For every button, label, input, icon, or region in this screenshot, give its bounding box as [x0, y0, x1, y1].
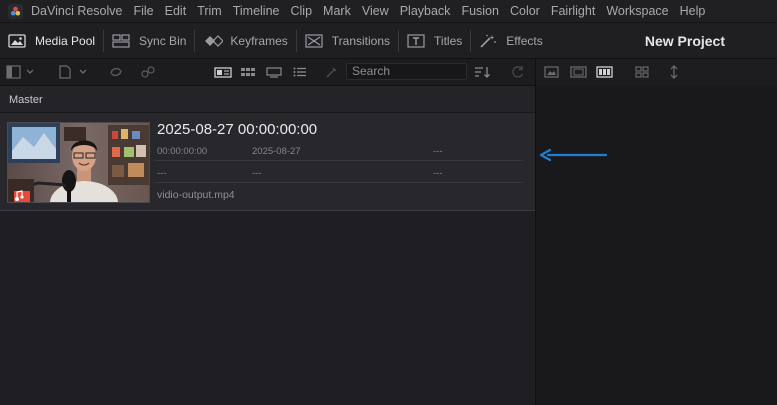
keyframes-label: Keyframes [230, 33, 288, 48]
metadata-view-icon[interactable] [214, 65, 232, 79]
search-input[interactable]: Search [346, 63, 467, 80]
thumbnail-view-icon[interactable] [240, 65, 256, 79]
titles-icon [407, 33, 425, 48]
media-pool-label: Media Pool [35, 33, 96, 48]
titles-label: Titles [434, 33, 463, 48]
viewer-pane[interactable] [535, 86, 777, 405]
image-icon[interactable] [544, 65, 560, 79]
clip-filename: vidio-output.mp4 [157, 189, 235, 201]
effects-button[interactable]: Effects [471, 23, 550, 58]
sync-bin-button[interactable]: Sync Bin [104, 23, 194, 58]
menu-mark[interactable]: Mark [323, 4, 351, 18]
meta-divider [155, 160, 523, 161]
menu-clip[interactable]: Clip [291, 4, 313, 18]
keyframes-icon [203, 34, 225, 48]
media-pool-button[interactable]: Media Pool [0, 23, 103, 58]
audio-meter-icon[interactable] [668, 65, 680, 79]
grid-icon[interactable] [634, 65, 650, 79]
arrow-left-icon [538, 148, 608, 162]
menu-trim[interactable]: Trim [197, 4, 222, 18]
eyedropper-icon[interactable] [324, 65, 340, 79]
menu-fusion[interactable]: Fusion [461, 4, 499, 18]
sync-bin-label: Sync Bin [139, 33, 187, 48]
clip-meta-placeholder: --- [252, 168, 262, 179]
list-view-icon[interactable] [292, 65, 308, 79]
transitions-label: Transitions [331, 33, 391, 48]
menu-edit[interactable]: Edit [165, 4, 187, 18]
sidebar-toggle-icon[interactable] [6, 65, 36, 79]
clip-timecode: 00:00:00:00 [157, 146, 208, 157]
transitions-icon [305, 33, 323, 48]
menu-app-name[interactable]: DaVinci Resolve [31, 4, 122, 18]
menu-help[interactable]: Help [680, 4, 706, 18]
menu-bar: DaVinci Resolve File Edit Trim Timeline … [0, 0, 777, 23]
refresh-icon[interactable] [510, 65, 526, 79]
menu-file[interactable]: File [133, 4, 153, 18]
filmstrip-view-icon[interactable] [266, 65, 282, 79]
unlink-icon[interactable] [140, 65, 156, 79]
sync-bin-icon [112, 33, 130, 48]
bin-title[interactable]: Master [9, 94, 43, 106]
clip-title[interactable]: 2025-08-27 00:00:00:00 [157, 121, 317, 138]
menu-view[interactable]: View [362, 4, 389, 18]
menu-playback[interactable]: Playback [400, 4, 451, 18]
bin-header [0, 86, 535, 113]
viewer-toolbar [535, 59, 777, 86]
clip-thumbnail[interactable] [7, 122, 150, 203]
project-title: New Project [644, 33, 725, 49]
clip-meta-placeholder: --- [433, 146, 443, 157]
clip-frame-icon[interactable] [570, 65, 588, 79]
meta-divider [155, 182, 523, 183]
media-pool-icon [8, 33, 26, 48]
magic-wand-icon [479, 34, 497, 48]
bin-empty-area[interactable] [0, 212, 535, 405]
titles-button[interactable]: Titles [399, 23, 470, 58]
clip-date: 2025-08-27 [252, 146, 301, 157]
sync-icon[interactable] [108, 65, 124, 79]
clip-meta-placeholder: --- [157, 168, 167, 179]
menu-timeline[interactable]: Timeline [233, 4, 280, 18]
sort-icon[interactable] [474, 65, 492, 79]
menu-workspace[interactable]: Workspace [606, 4, 668, 18]
menu-color[interactable]: Color [510, 4, 540, 18]
new-bin-icon[interactable] [58, 65, 90, 79]
filmstrip-icon[interactable] [596, 65, 614, 79]
clip-meta-placeholder: --- [433, 168, 443, 179]
transitions-button[interactable]: Transitions [297, 23, 398, 58]
effects-label: Effects [506, 33, 543, 48]
davinci-logo-icon[interactable] [8, 3, 23, 19]
keyframes-button[interactable]: Keyframes [195, 23, 295, 58]
menu-fairlight[interactable]: Fairlight [551, 4, 595, 18]
